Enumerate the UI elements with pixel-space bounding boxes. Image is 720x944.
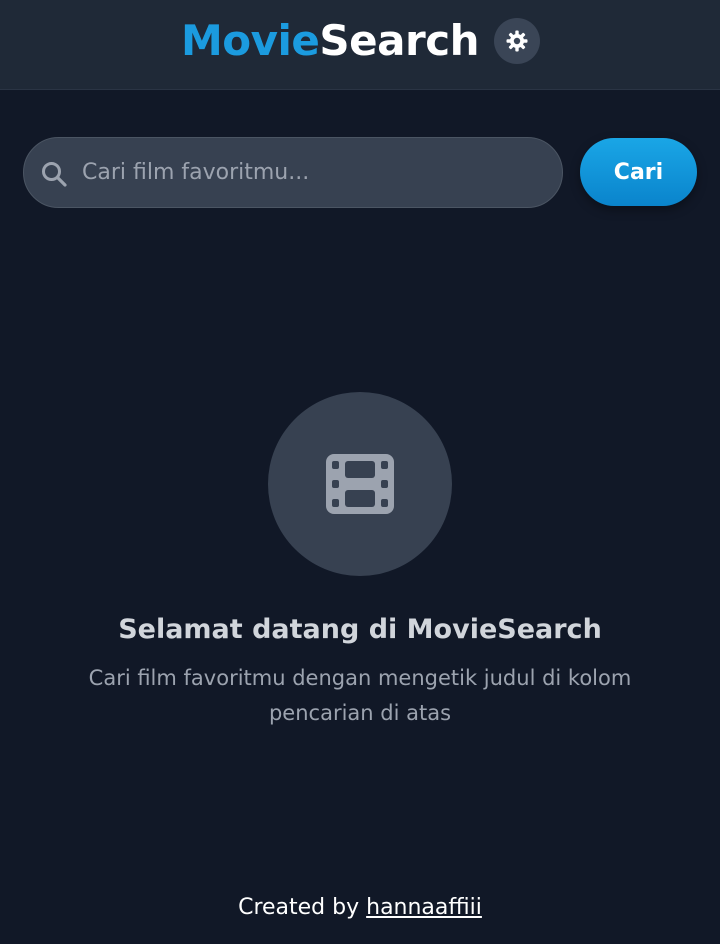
app-header: MovieSearch — [0, 0, 720, 90]
app-logo[interactable]: MovieSearch — [181, 14, 480, 68]
logo-part-movie: Movie — [181, 16, 320, 65]
theme-toggle-button[interactable] — [494, 18, 540, 64]
search-icon — [42, 162, 67, 187]
search-button[interactable]: Cari — [580, 138, 697, 206]
gear-icon — [506, 30, 528, 52]
search-bar — [23, 137, 563, 208]
search-input[interactable] — [82, 138, 542, 207]
logo-part-search: Search — [319, 16, 480, 65]
welcome-title: Selamat datang di MovieSearch — [118, 614, 602, 645]
film-icon — [326, 454, 394, 514]
footer: Created by hannaaffiii — [0, 890, 720, 926]
welcome-description: Cari film favoritmu dengan mengetik judu… — [88, 666, 632, 725]
welcome-icon-circle — [268, 392, 452, 576]
author-link[interactable]: hannaaffiii — [366, 895, 482, 920]
footer-prefix: Created by — [238, 895, 360, 920]
